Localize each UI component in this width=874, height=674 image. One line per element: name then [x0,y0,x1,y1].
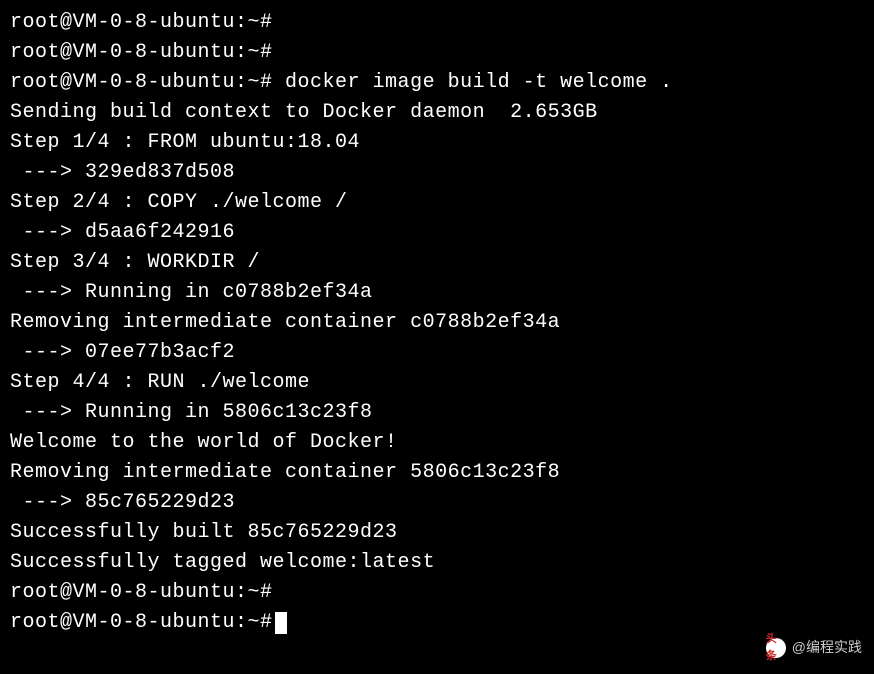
terminal-line: Welcome to the world of Docker! [10,428,864,458]
terminal-line: Successfully built 85c765229d23 [10,518,864,548]
terminal-line: Step 4/4 : RUN ./welcome [10,368,864,398]
cursor-icon [275,612,287,634]
terminal-line: Removing intermediate container c0788b2e… [10,308,864,338]
watermark-handle: @编程实践 [792,637,862,658]
terminal-line: ---> d5aa6f242916 [10,218,864,248]
terminal-line: ---> 329ed837d508 [10,158,864,188]
terminal-line: root@VM-0-8-ubuntu:~# [10,38,864,68]
terminal-line: Step 3/4 : WORKDIR / [10,248,864,278]
terminal-line: root@VM-0-8-ubuntu:~# [10,578,864,608]
terminal-line: ---> 85c765229d23 [10,488,864,518]
terminal-output[interactable]: root@VM-0-8-ubuntu:~# root@VM-0-8-ubuntu… [10,8,864,638]
terminal-line: Step 2/4 : COPY ./welcome / [10,188,864,218]
terminal-line: Sending build context to Docker daemon 2… [10,98,864,128]
terminal-line: Removing intermediate container 5806c13c… [10,458,864,488]
watermark: 头条 @编程实践 [766,637,862,658]
terminal-line: root@VM-0-8-ubuntu:~# [10,8,864,38]
terminal-line: Successfully tagged welcome:latest [10,548,864,578]
terminal-line: ---> Running in c0788b2ef34a [10,278,864,308]
terminal-line: ---> Running in 5806c13c23f8 [10,398,864,428]
terminal-prompt: root@VM-0-8-ubuntu:~# [10,611,273,634]
watermark-logo-icon: 头条 [766,638,786,658]
terminal-prompt-line: root@VM-0-8-ubuntu:~# [10,608,864,638]
terminal-line: ---> 07ee77b3acf2 [10,338,864,368]
terminal-line: Step 1/4 : FROM ubuntu:18.04 [10,128,864,158]
terminal-line: root@VM-0-8-ubuntu:~# docker image build… [10,68,864,98]
